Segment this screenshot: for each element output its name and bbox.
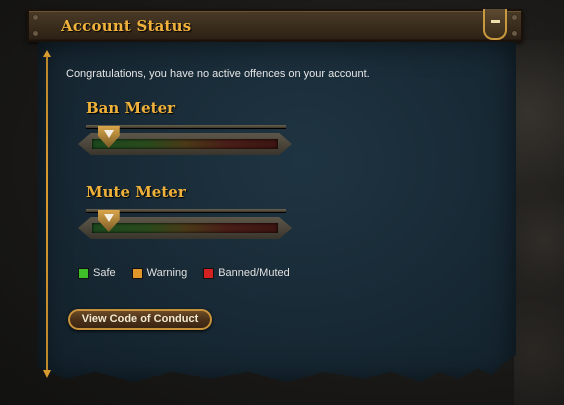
page: Account Status Congratulations, you have… [0,0,564,405]
arrow-down-icon [43,370,51,378]
meter-pointer-icon [97,210,120,232]
legend-item-warning: Warning [131,267,188,279]
panel-title: Account Status [61,17,192,35]
view-code-of-conduct-button[interactable]: View Code of Conduct [68,309,212,330]
meter-legend: Safe Warning Banned/Muted [78,267,306,279]
status-message: Congratulations, you have no active offe… [66,68,370,80]
ban-meter-title: Ban Meter [86,99,176,117]
banned-swatch [203,267,215,279]
mute-meter-title: Mute Meter [86,183,186,201]
side-rail [46,56,48,376]
rivet-icon [512,31,517,36]
account-status-header: Account Status [27,9,523,42]
minus-icon [491,20,500,23]
collapse-button[interactable] [483,9,507,40]
meter-gradient [92,223,278,233]
meter-gradient [92,139,278,149]
legend-label: Warning [146,267,188,279]
ban-meter [78,125,292,157]
warning-swatch [131,267,143,279]
safe-swatch [78,267,89,279]
rock-background [514,40,564,405]
rivet-icon [512,15,517,20]
mute-meter [78,209,292,241]
rivet-icon [33,31,38,36]
rivet-icon [33,15,38,20]
legend-item-safe: Safe [78,267,116,279]
legend-label: Banned/Muted [218,267,290,279]
legend-item-banned-muted: Banned/Muted [203,267,290,279]
legend-label: Safe [93,267,116,279]
meter-pointer-icon [97,126,120,148]
